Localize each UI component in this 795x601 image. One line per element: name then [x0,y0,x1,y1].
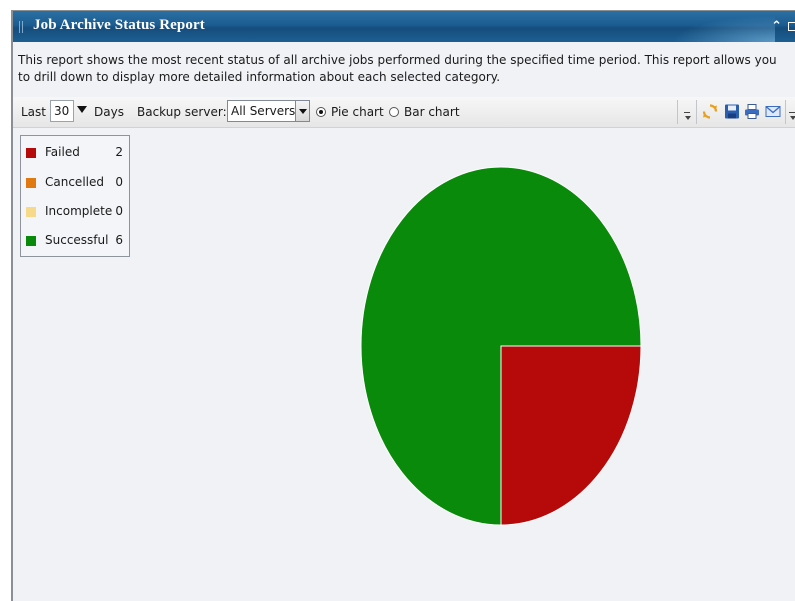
legend-item-incomplete[interactable]: Incomplete 0 [21,204,129,220]
title-bar: Job Archive Status Report ⌃ [13,11,795,42]
legend-label: Incomplete [45,204,113,218]
report-panel: Job Archive Status Report ⌃ This report … [11,10,795,601]
legend-count: 2 [115,145,123,159]
print-icon[interactable] [744,103,760,120]
days-dropdown-arrow-icon[interactable] [77,106,87,113]
legend-swatch [26,148,36,158]
save-icon[interactable] [724,103,740,120]
toolbar-overflow-icon[interactable] [684,112,692,122]
chart-legend: Failed 2 Cancelled 0 Incomplete 0 Succes… [20,135,130,257]
bar-chart-radio[interactable] [389,107,399,117]
days-label: Days [94,105,124,119]
chevron-down-icon[interactable] [295,101,309,121]
legend-label: Failed [45,145,80,159]
drag-grip-icon[interactable] [19,21,23,33]
last-label: Last [21,105,46,119]
legend-item-successful[interactable]: Successful 6 [21,233,129,249]
legend-label: Successful [45,233,109,247]
report-title: Job Archive Status Report [33,17,205,33]
backup-server-value: All Servers [231,104,296,118]
pie-slice-failed[interactable] [500,345,642,526]
report-toolbar: Last 30 Days Backup server: All Servers … [13,97,795,128]
legend-count: 6 [115,233,123,247]
pie-chart-label[interactable]: Pie chart [331,105,384,119]
legend-count: 0 [115,204,123,218]
legend-swatch [26,178,36,188]
restore-window-icon[interactable] [788,22,795,31]
backup-server-label: Backup server: [137,105,227,119]
legend-item-cancelled[interactable]: Cancelled 0 [21,175,129,191]
legend-item-failed[interactable]: Failed 2 [21,145,129,161]
legend-swatch [26,207,36,217]
status-pie-chart[interactable] [351,165,651,527]
toolbar-overflow-icon-2[interactable] [789,112,795,122]
days-input[interactable]: 30 [50,100,74,122]
bar-chart-label[interactable]: Bar chart [404,105,460,119]
pie-chart-radio[interactable] [316,107,326,117]
legend-label: Cancelled [45,175,104,189]
double-chevron-up-icon[interactable]: ⌃ [771,19,782,34]
refresh-icon[interactable] [702,103,718,120]
legend-count: 0 [115,175,123,189]
legend-swatch [26,236,36,246]
report-description: This report shows the most recent status… [18,53,777,84]
email-icon[interactable] [765,103,781,120]
backup-server-select[interactable]: All Servers [227,100,310,122]
